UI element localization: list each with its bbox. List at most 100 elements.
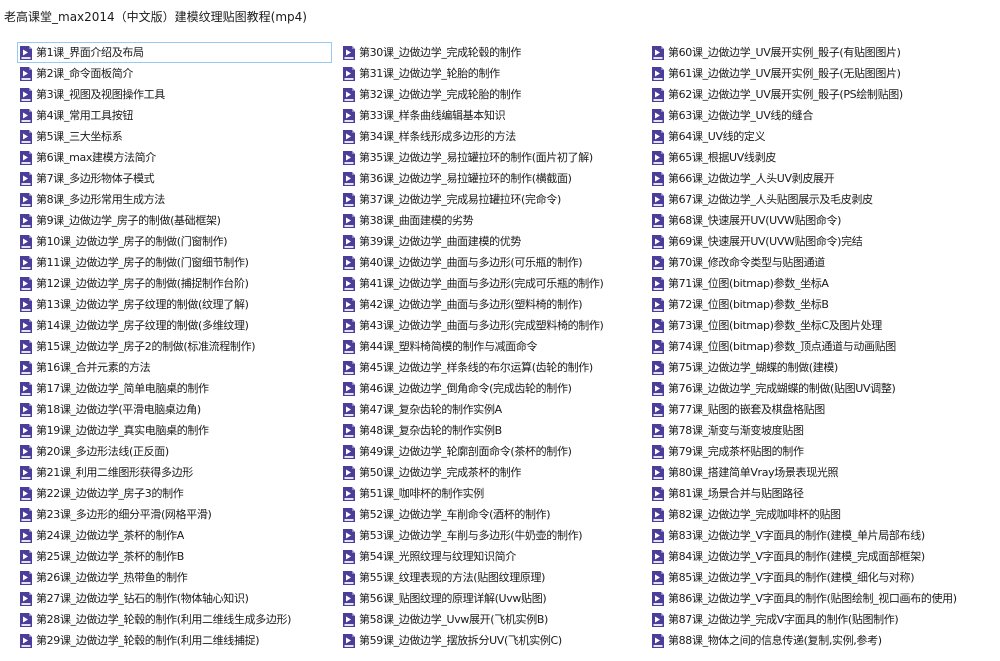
video-file-icon <box>343 276 355 291</box>
file-item[interactable]: 第56课_贴图纹理的原理详解(Uvw贴图) <box>340 588 645 609</box>
file-item[interactable]: 第65课_根据UV线剥皮 <box>649 147 997 168</box>
file-item[interactable]: 第34课_样条线形成多边形的方法 <box>340 126 645 147</box>
file-item[interactable]: 第64课_UV线的定义 <box>649 126 997 147</box>
video-file-icon <box>652 549 664 564</box>
file-item[interactable]: 第79课_完成茶杯贴图的制作 <box>649 441 997 462</box>
file-item[interactable]: 第71课_位图(bitmap)参数_坐标A <box>649 273 997 294</box>
file-item[interactable]: 第80课_搭建简单Vray场景表现光照 <box>649 462 997 483</box>
file-item[interactable]: 第4课_常用工具按钮 <box>17 105 332 126</box>
file-item[interactable]: 第16课_合并元素的方法 <box>17 357 332 378</box>
video-file-icon <box>652 381 664 396</box>
file-item-label: 第84课_边做边学_V字面具的制作(建模_完成面部框架) <box>668 550 925 563</box>
file-item[interactable]: 第47课_复杂齿轮的制作实例A <box>340 399 645 420</box>
file-item[interactable]: 第67课_边做边学_人头贴图展示及毛皮剥皮 <box>649 189 997 210</box>
file-item[interactable]: 第86课_边做边学_V字面具的制作(贴图绘制_视口画布的使用) <box>649 588 997 609</box>
file-item[interactable]: 第17课_边做边学_简单电脑桌的制作 <box>17 378 332 399</box>
file-item[interactable]: 第83课_边做边学_V字面具的制作(建模_单片局部布线) <box>649 525 997 546</box>
file-item[interactable]: 第78课_渐变与渐变坡度贴图 <box>649 420 997 441</box>
file-item[interactable]: 第49课_边做边学_轮廓剖面命令(茶杯的制作) <box>340 441 645 462</box>
file-item[interactable]: 第41课_边做边学_曲面与多边形(完成可乐瓶的制作) <box>340 273 645 294</box>
file-item[interactable]: 第88课_物体之间的信息传递(复制,实例,参考) <box>649 630 997 651</box>
file-item[interactable]: 第69课_快速展开UV(UVW贴图命令)完结 <box>649 231 997 252</box>
file-item[interactable]: 第42课_边做边学_曲面与多边形(塑料椅的制作) <box>340 294 645 315</box>
file-item[interactable]: 第85课_边做边学_V字面具的制作(建模_细化与对称) <box>649 567 997 588</box>
file-item[interactable]: 第20课_多边形法线(正反面) <box>17 441 332 462</box>
file-item[interactable]: 第1课_界面介绍及布局 <box>17 42 332 63</box>
video-file-icon <box>652 507 664 522</box>
file-item[interactable]: 第33课_样条曲线编辑基本知识 <box>340 105 645 126</box>
file-item[interactable]: 第73课_位图(bitmap)参数_坐标C及图片处理 <box>649 315 997 336</box>
file-item[interactable]: 第19课_边做边学_真实电脑桌的制作 <box>17 420 332 441</box>
file-item[interactable]: 第26课_边做边学_热带鱼的制作 <box>17 567 332 588</box>
file-item[interactable]: 第66课_边做边学_人头UV剥皮展开 <box>649 168 997 189</box>
video-file-icon <box>20 381 32 396</box>
file-item[interactable]: 第18课_边做边学(平滑电脑桌边角) <box>17 399 332 420</box>
file-item[interactable]: 第10课_边做边学_房子的制做(门窗制作) <box>17 231 332 252</box>
file-item[interactable]: 第15课_边做边学_房子2的制做(标准流程制作) <box>17 336 332 357</box>
file-item[interactable]: 第27课_边做边学_钻石的制作(物体轴心知识) <box>17 588 332 609</box>
file-item[interactable]: 第2课_命令面板简介 <box>17 63 332 84</box>
file-item-label: 第21课_利用二维图形获得多边形 <box>36 466 193 479</box>
file-item[interactable]: 第45课_边做边学_样条线的布尔运算(齿轮的制作) <box>340 357 645 378</box>
file-item[interactable]: 第29课_边做边学_轮毂的制作(利用二维线捕捉) <box>17 630 332 651</box>
file-item[interactable]: 第6课_max建模方法简介 <box>17 147 332 168</box>
file-item[interactable]: 第13课_边做边学_房子纹理的制做(纹理了解) <box>17 294 332 315</box>
file-item[interactable]: 第51课_咖啡杯的制作实例 <box>340 483 645 504</box>
file-item[interactable]: 第50课_边做边学_完成茶杯的制作 <box>340 462 645 483</box>
file-item[interactable]: 第46课_边做边学_倒角命令(完成齿轮的制作) <box>340 378 645 399</box>
file-item[interactable]: 第35课_边做边学_易拉罐拉环的制作(面片初了解) <box>340 147 645 168</box>
file-item-label: 第58课_边做边学_Uvw展开(飞机实例B) <box>359 613 548 626</box>
file-item[interactable]: 第24课_边做边学_茶杯的制作A <box>17 525 332 546</box>
file-item[interactable]: 第38课_曲面建模的劣势 <box>340 210 645 231</box>
file-item[interactable]: 第43课_边做边学_曲面与多边形(完成塑料椅的制作) <box>340 315 645 336</box>
file-item[interactable]: 第48课_复杂齿轮的制作实例B <box>340 420 645 441</box>
file-item[interactable]: 第54课_光照纹理与纹理知识简介 <box>340 546 645 567</box>
file-item[interactable]: 第53课_边做边学_车削与多边形(牛奶壶的制作) <box>340 525 645 546</box>
file-item[interactable]: 第9课_边做边学_房子的制做(基础框架) <box>17 210 332 231</box>
file-item[interactable]: 第77课_贴图的嵌套及棋盘格贴图 <box>649 399 997 420</box>
file-item[interactable]: 第62课_边做边学_UV展开实例_骰子(PS绘制贴图) <box>649 84 997 105</box>
file-item[interactable]: 第63课_边做边学_UV线的缝合 <box>649 105 997 126</box>
file-item[interactable]: 第36课_边做边学_易拉罐拉环的制作(横截面) <box>340 168 645 189</box>
file-item[interactable]: 第52课_边做边学_车削命令(酒杯的制作) <box>340 504 645 525</box>
file-item[interactable]: 第31课_边做边学_轮胎的制作 <box>340 63 645 84</box>
file-item[interactable]: 第28课_边做边学_轮毂的制作(利用二维线生成多边形) <box>17 609 332 630</box>
file-item[interactable]: 第5课_三大坐标系 <box>17 126 332 147</box>
file-item[interactable]: 第55课_纹理表现的方法(贴图纹理原理) <box>340 567 645 588</box>
file-item[interactable]: 第76课_边做边学_完成蝴蝶的制做(贴图UV调整) <box>649 378 997 399</box>
file-item[interactable]: 第74课_位图(bitmap)参数_顶点通道与动画贴图 <box>649 336 997 357</box>
file-item[interactable]: 第30课_边做边学_完成轮毂的制作 <box>340 42 645 63</box>
file-item[interactable]: 第87课_边做边学_完成V字面具的制作(贴图制作) <box>649 609 997 630</box>
file-item[interactable]: 第22课_边做边学_房子3的制作 <box>17 483 332 504</box>
file-item[interactable]: 第40课_边做边学_曲面与多边形(可乐瓶的制作) <box>340 252 645 273</box>
file-item[interactable]: 第32课_边做边学_完成轮胎的制作 <box>340 84 645 105</box>
file-item[interactable]: 第23课_多边形的细分平滑(网格平滑) <box>17 504 332 525</box>
file-item[interactable]: 第58课_边做边学_Uvw展开(飞机实例B) <box>340 609 645 630</box>
file-item[interactable]: 第14课_边做边学_房子纹理的制做(多维纹理) <box>17 315 332 336</box>
file-item[interactable]: 第61课_边做边学_UV展开实例_骰子(无贴图图片) <box>649 63 997 84</box>
file-item-label: 第43课_边做边学_曲面与多边形(完成塑料椅的制作) <box>359 319 604 332</box>
file-item[interactable]: 第68课_快速展开UV(UVW贴图命令) <box>649 210 997 231</box>
video-file-icon <box>343 255 355 270</box>
file-item[interactable]: 第81课_场景合并与贴图路径 <box>649 483 997 504</box>
file-item-label: 第6课_max建模方法简介 <box>36 151 156 164</box>
file-item[interactable]: 第84课_边做边学_V字面具的制作(建模_完成面部框架) <box>649 546 997 567</box>
file-item[interactable]: 第8课_多边形常用生成方法 <box>17 189 332 210</box>
file-item[interactable]: 第59课_边做边学_摆放拆分UV(飞机实例C) <box>340 630 645 651</box>
file-item-label: 第7课_多边形物体子模式 <box>36 172 155 185</box>
file-item-label: 第34课_样条线形成多边形的方法 <box>359 130 516 143</box>
file-item[interactable]: 第82课_边做边学_完成咖啡杯的贴图 <box>649 504 997 525</box>
file-item[interactable]: 第12课_边做边学_房子的制做(捕捉制作台阶) <box>17 273 332 294</box>
file-item[interactable]: 第75课_边做边学_蝴蝶的制做(建模) <box>649 357 997 378</box>
file-item[interactable]: 第60课_边做边学_UV展开实例_骰子(有贴图图片) <box>649 42 997 63</box>
file-item[interactable]: 第37课_边做边学_完成易拉罐拉环(完命令) <box>340 189 645 210</box>
file-item[interactable]: 第25课_边做边学_茶杯的制作B <box>17 546 332 567</box>
file-item[interactable]: 第7课_多边形物体子模式 <box>17 168 332 189</box>
file-item[interactable]: 第72课_位图(bitmap)参数_坐标B <box>649 294 997 315</box>
file-item[interactable]: 第70课_修改命令类型与贴图通道 <box>649 252 997 273</box>
file-item[interactable]: 第21课_利用二维图形获得多边形 <box>17 462 332 483</box>
file-item[interactable]: 第39课_边做边学_曲面建模的优势 <box>340 231 645 252</box>
file-item[interactable]: 第44课_塑料椅简模的制作与减面命令 <box>340 336 645 357</box>
file-item[interactable]: 第3课_视图及视图操作工具 <box>17 84 332 105</box>
file-item[interactable]: 第11课_边做边学_房子的制做(门窗细节制作) <box>17 252 332 273</box>
